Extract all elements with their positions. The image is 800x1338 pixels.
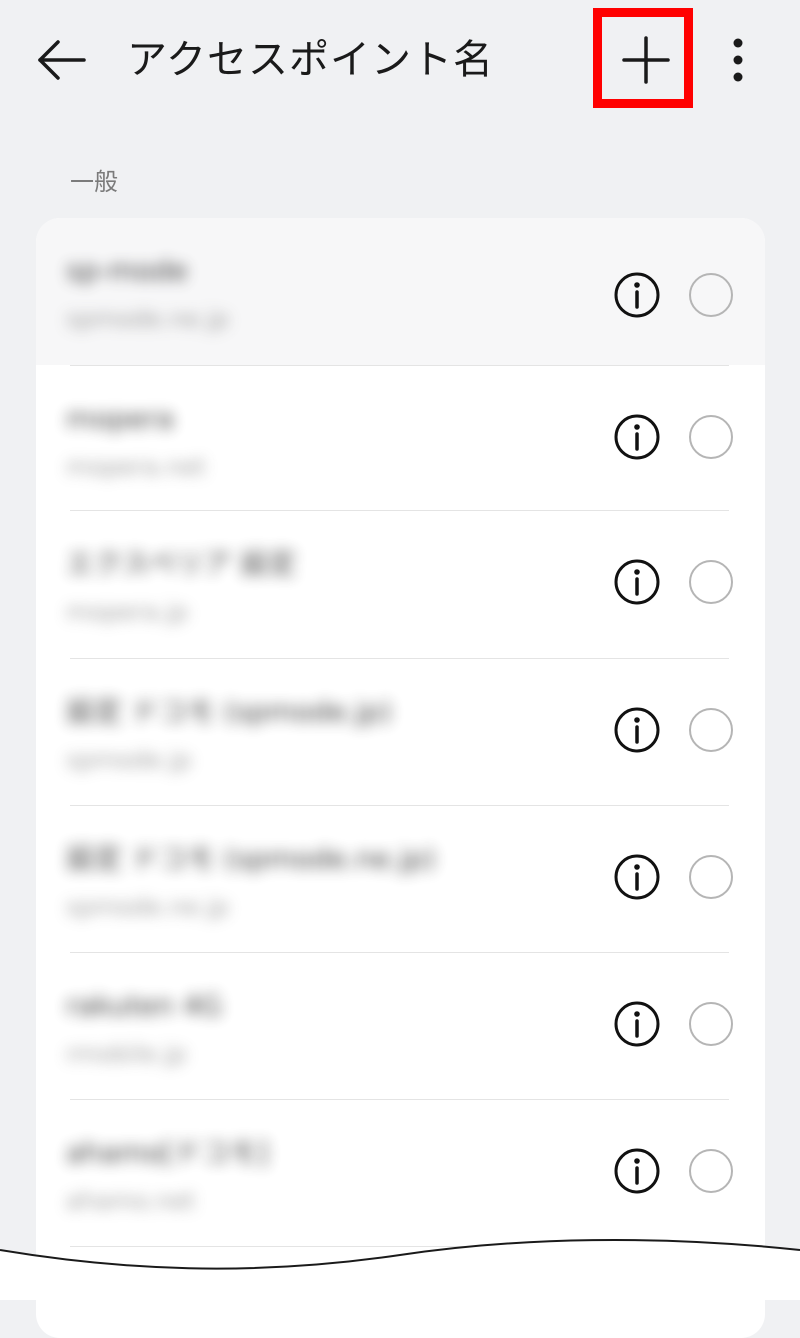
info-button[interactable]: [612, 705, 662, 755]
info-button[interactable]: [612, 270, 662, 320]
arrow-left-icon: [38, 40, 86, 80]
apn-value: spmode.ne.jp: [66, 893, 229, 921]
radio-button[interactable]: [689, 1002, 733, 1046]
app-bar: アクセスポイント名: [0, 0, 800, 120]
apn-name: エクスペリア 設定: [66, 547, 297, 580]
apn-list-item[interactable]: mopera mopera.net: [36, 366, 765, 513]
apn-list-card: sp-mode spmode.ne.jp mopera mopera.net エ…: [36, 218, 765, 1338]
apn-list-item[interactable]: 設定 ドコモ (spmode.jp) spmode.jp: [36, 659, 765, 806]
info-button[interactable]: [612, 852, 662, 902]
info-icon: [614, 414, 660, 460]
apn-name: ahamo[ドコモ]: [66, 1136, 269, 1169]
apn-value: mopera.net: [66, 453, 206, 481]
apn-list-item[interactable]: 設定 ドコモ (spmode.ne.jp) spmode.ne.jp: [36, 806, 765, 953]
info-icon: [614, 707, 660, 753]
info-button[interactable]: [612, 412, 662, 462]
radio-button[interactable]: [689, 273, 733, 317]
info-icon: [614, 1148, 660, 1194]
radio-button[interactable]: [689, 415, 733, 459]
apn-name: 設定 ドコモ (spmode.ne.jp): [66, 842, 436, 875]
add-apn-button[interactable]: [616, 30, 676, 90]
radio-button[interactable]: [689, 855, 733, 899]
apn-value: rmobile.jp: [66, 1040, 187, 1068]
back-button[interactable]: [28, 30, 92, 90]
info-button[interactable]: [612, 1146, 662, 1196]
apn-list-item[interactable]: sp-mode spmode.ne.jp: [36, 218, 765, 365]
info-icon: [614, 559, 660, 605]
radio-button[interactable]: [689, 560, 733, 604]
more-vert-icon: [733, 38, 743, 82]
apn-value: spmode.ne.jp: [66, 305, 229, 333]
info-icon: [614, 854, 660, 900]
page-title: アクセスポイント名: [127, 37, 494, 83]
info-button[interactable]: [612, 557, 662, 607]
plus-icon: [622, 36, 670, 84]
apn-name: mopera: [66, 402, 175, 435]
apn-name: sp-mode: [66, 254, 188, 287]
apn-name: 設定 ドコモ (spmode.jp): [66, 695, 392, 728]
info-icon: [614, 1001, 660, 1047]
apn-value: mopera.jp: [66, 598, 189, 626]
info-button[interactable]: [612, 999, 662, 1049]
apn-value: spmode.jp: [66, 746, 192, 774]
radio-button[interactable]: [689, 708, 733, 752]
apn-list-item[interactable]: エクスペリア 設定 mopera.jp: [36, 511, 765, 658]
info-icon: [614, 272, 660, 318]
apn-name: rakuten 4G: [66, 989, 223, 1022]
apn-value: ahamo.net: [66, 1187, 196, 1215]
section-label-general: 一般: [70, 168, 118, 196]
screenshot-cutoff-wave: [0, 1239, 800, 1300]
apn-list-item[interactable]: rakuten 4G rmobile.jp: [36, 953, 765, 1100]
radio-button[interactable]: [689, 1149, 733, 1193]
more-options-button[interactable]: [718, 32, 758, 88]
